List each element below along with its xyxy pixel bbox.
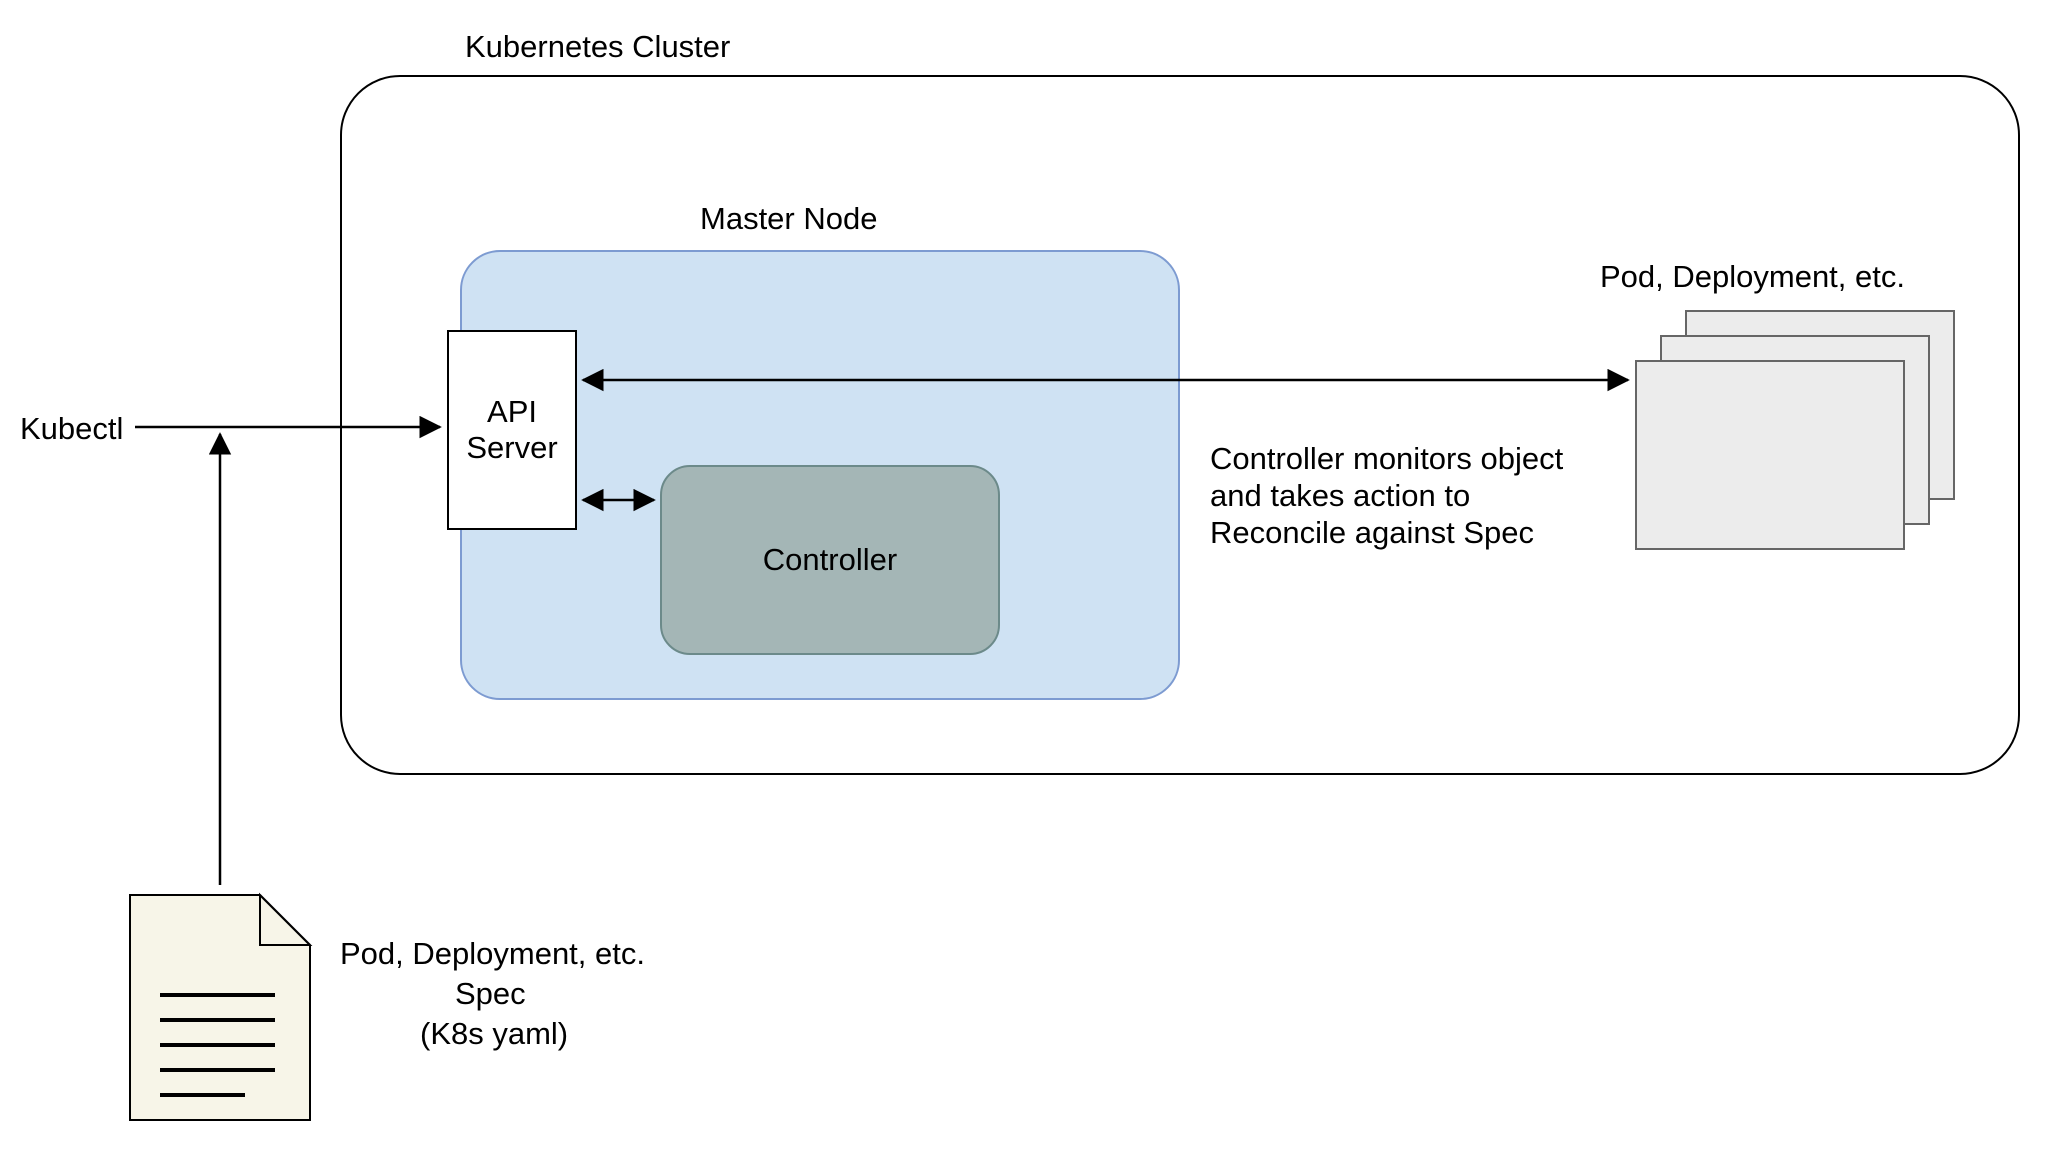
diagram-canvas: Kubernetes Cluster Master Node API Serve… (0, 0, 2052, 1150)
arrows-layer (0, 0, 2052, 1150)
